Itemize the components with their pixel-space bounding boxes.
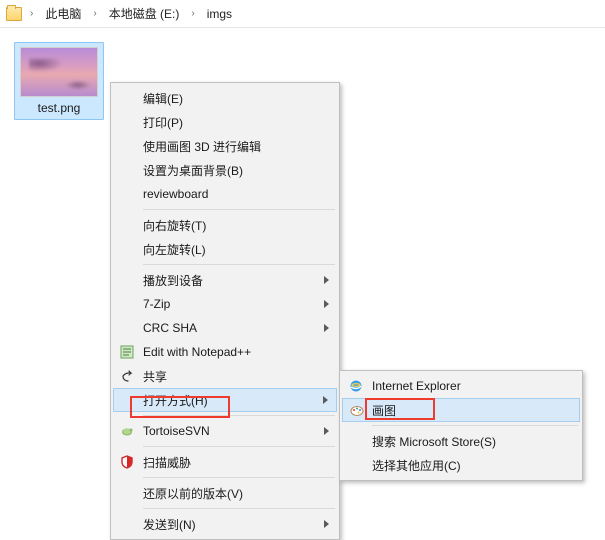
folder-icon [6, 7, 22, 21]
menu-separator [143, 209, 335, 210]
menu-item-set-background[interactable]: 设置为桌面背景(B) [113, 158, 337, 182]
menu-separator [143, 446, 335, 447]
image-thumbnail [20, 47, 98, 97]
menu-separator [372, 425, 578, 426]
tortoisesvn-icon [119, 423, 135, 439]
menu-item-print[interactable]: 打印(P) [113, 110, 337, 134]
file-name: test.png [19, 101, 99, 115]
context-menu: 编辑(E) 打印(P) 使用画图 3D 进行编辑 设置为桌面背景(B) revi… [110, 82, 340, 540]
paint-icon [349, 402, 365, 418]
menu-item-paint3d[interactable]: 使用画图 3D 进行编辑 [113, 134, 337, 158]
menu-item-edit[interactable]: 编辑(E) [113, 86, 337, 110]
openwith-paint[interactable]: 画图 [342, 398, 580, 422]
openwith-other[interactable]: 选择其他应用(C) [342, 453, 580, 477]
menu-item-7zip[interactable]: 7-Zip [113, 292, 337, 316]
openwith-store[interactable]: 搜索 Microsoft Store(S) [342, 429, 580, 453]
menu-separator [143, 264, 335, 265]
openwith-submenu: Internet Explorer 画图 搜索 Microsoft Store(… [339, 370, 583, 481]
breadcrumb-item[interactable]: 本地磁盘 (E:) [105, 3, 184, 24]
openwith-ie[interactable]: Internet Explorer [342, 374, 580, 398]
menu-separator [143, 415, 335, 416]
menu-item-crcsha[interactable]: CRC SHA [113, 316, 337, 340]
submenu-arrow-icon [324, 427, 329, 435]
menu-item-rotate-left[interactable]: 向左旋转(L) [113, 237, 337, 261]
menu-item-reviewboard[interactable]: reviewboard [113, 182, 337, 206]
menu-item-scan[interactable]: 扫描威胁 [113, 450, 337, 474]
submenu-arrow-icon [324, 520, 329, 528]
breadcrumb-item[interactable]: 此电脑 [41, 3, 85, 24]
file-item-selected[interactable]: test.png [14, 42, 104, 120]
ie-icon [348, 378, 364, 394]
menu-item-rotate-right[interactable]: 向右旋转(T) [113, 213, 337, 237]
share-icon [119, 368, 135, 384]
menu-item-notepadpp[interactable]: Edit with Notepad++ [113, 340, 337, 364]
shield-icon [119, 454, 135, 470]
menu-item-share[interactable]: 共享 [113, 364, 337, 388]
chevron-right-icon[interactable]: › [89, 8, 100, 19]
menu-separator [143, 508, 335, 509]
chevron-right-icon[interactable]: › [26, 8, 37, 19]
menu-item-cast[interactable]: 播放到设备 [113, 268, 337, 292]
breadcrumb[interactable]: › 此电脑 › 本地磁盘 (E:) › imgs [0, 0, 605, 28]
submenu-arrow-icon [324, 324, 329, 332]
menu-item-tortoisesvn[interactable]: TortoiseSVN [113, 419, 337, 443]
notepadpp-icon [119, 344, 135, 360]
chevron-right-icon[interactable]: › [187, 8, 198, 19]
submenu-arrow-icon [324, 300, 329, 308]
menu-item-open-with[interactable]: 打开方式(H) [113, 388, 337, 412]
menu-item-send-to[interactable]: 发送到(N) [113, 512, 337, 536]
submenu-arrow-icon [323, 396, 328, 404]
menu-item-restore-previous[interactable]: 还原以前的版本(V) [113, 481, 337, 505]
submenu-arrow-icon [324, 276, 329, 284]
breadcrumb-item[interactable]: imgs [203, 5, 236, 23]
menu-separator [143, 477, 335, 478]
